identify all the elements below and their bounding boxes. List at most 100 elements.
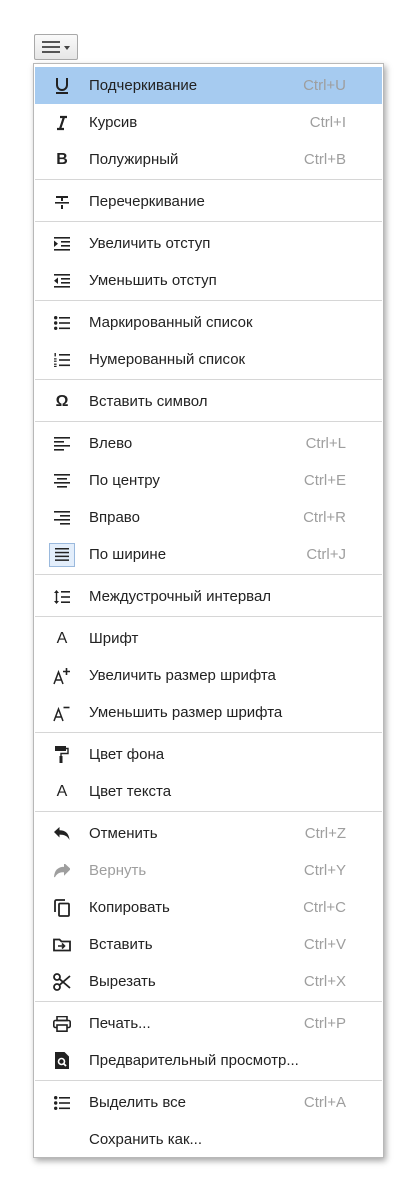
- menu-item-label: Маркированный список: [89, 314, 253, 331]
- menu-item-shortcut: Ctrl+X: [303, 973, 346, 990]
- font-size-increase-icon: [35, 657, 89, 694]
- separator: [35, 379, 382, 380]
- hamburger-icon: [42, 41, 60, 53]
- printer-icon: [35, 1005, 89, 1042]
- menu-item-font[interactable]: A Шрифт: [35, 620, 382, 657]
- menu-item-label: Сохранить как...: [89, 1131, 203, 1148]
- menu-item-line-spacing[interactable]: Междустрочный интервал: [35, 578, 382, 615]
- separator: [35, 421, 382, 422]
- menu-item-align-left[interactable]: Влево Ctrl+L: [35, 425, 382, 462]
- menu-item-shortcut: Ctrl+R: [303, 509, 346, 526]
- numbered-list-icon: [35, 341, 89, 378]
- menu-item-align-justify[interactable]: По ширине Ctrl+J: [35, 536, 382, 573]
- menu-item-label: Полужирный: [89, 151, 179, 168]
- align-justify-icon: [49, 542, 75, 567]
- font-icon: A: [35, 620, 89, 657]
- bold-icon: B: [35, 141, 89, 178]
- menu-item-label: Вправо: [89, 509, 140, 526]
- menu-item-shortcut: Ctrl+J: [306, 546, 346, 563]
- menu-item-label: Уменьшить отступ: [89, 272, 217, 289]
- strikethrough-icon: [35, 183, 89, 220]
- menu-item-paste[interactable]: Вставить Ctrl+V: [35, 926, 382, 963]
- menu-item-print[interactable]: Печать... Ctrl+P: [35, 1005, 382, 1042]
- undo-icon: [35, 815, 89, 852]
- menu-item-shortcut: Ctrl+C: [303, 899, 346, 916]
- menu-item-insert-symbol[interactable]: Ω Вставить символ: [35, 383, 382, 420]
- menu-item-label: Вырезать: [89, 973, 156, 990]
- menu-item-align-right[interactable]: Вправо Ctrl+R: [35, 499, 382, 536]
- separator: [35, 221, 382, 222]
- menu-item-font-size-increase[interactable]: Увеличить размер шрифта: [35, 657, 382, 694]
- menu-item-label: Цвет фона: [89, 746, 165, 763]
- menu-item-undo[interactable]: Отменить Ctrl+Z: [35, 815, 382, 852]
- menu-item-label: Вернуть: [89, 862, 147, 879]
- menu-item-select-all[interactable]: Выделить все Ctrl+A: [35, 1084, 382, 1121]
- separator: [35, 574, 382, 575]
- copy-icon: [35, 889, 89, 926]
- omega-glyph: Ω: [55, 392, 69, 410]
- menu-item-shortcut: Ctrl+I: [309, 114, 346, 131]
- menu-item-print-preview[interactable]: Предварительный просмотр...: [35, 1042, 382, 1079]
- menu-toggle-button[interactable]: [34, 34, 78, 60]
- menu-item-shortcut: Ctrl+E: [303, 472, 346, 489]
- menu-item-cut[interactable]: Вырезать Ctrl+X: [35, 963, 382, 1000]
- text-color-glyph: A: [56, 782, 68, 800]
- menu-item-label: Вставить символ: [89, 393, 208, 410]
- separator: [35, 300, 382, 301]
- menu-item-bulleted-list[interactable]: Маркированный список: [35, 304, 382, 341]
- font-glyph: A: [56, 629, 68, 647]
- separator: [35, 616, 382, 617]
- menu-item-label: Уменьшить размер шрифта: [89, 704, 283, 721]
- menu-item-text-color[interactable]: A Цвет текста: [35, 773, 382, 810]
- menu-item-label: Увеличить размер шрифта: [89, 667, 276, 684]
- bold-glyph: B: [56, 150, 68, 168]
- menu-item-font-size-decrease[interactable]: Уменьшить размер шрифта: [35, 694, 382, 731]
- menu-item-redo[interactable]: Вернуть Ctrl+Y: [35, 852, 382, 889]
- align-justify-icon-wrap: [35, 536, 89, 573]
- menu-item-shortcut: Ctrl+L: [305, 435, 346, 452]
- menu-item-label: Шрифт: [89, 630, 139, 647]
- menu-item-shortcut: Ctrl+U: [303, 77, 346, 94]
- menu-item-label: Вставить: [89, 936, 153, 953]
- indent-increase-icon: [35, 225, 89, 262]
- menu-item-copy[interactable]: Копировать Ctrl+C: [35, 889, 382, 926]
- menu-item-save-as[interactable]: Сохранить как...: [35, 1121, 382, 1158]
- omega-icon: Ω: [35, 383, 89, 420]
- paint-roller-icon: [35, 736, 89, 773]
- select-all-icon: [35, 1084, 89, 1121]
- menu-item-label: Подчеркивание: [89, 77, 198, 94]
- align-center-icon: [35, 462, 89, 499]
- menu-item-indent-increase[interactable]: Увеличить отступ: [35, 225, 382, 262]
- menu-item-shortcut: Ctrl+Y: [303, 862, 346, 879]
- menu-item-shortcut: Ctrl+B: [303, 151, 346, 168]
- menu-item-shortcut: Ctrl+V: [303, 936, 346, 953]
- menu-item-background-color[interactable]: Цвет фона: [35, 736, 382, 773]
- menu-item-label: Междустрочный интервал: [89, 588, 272, 605]
- align-left-icon: [35, 425, 89, 462]
- menu-item-italic[interactable]: Курсив Ctrl+I: [35, 104, 382, 141]
- separator: [35, 1080, 382, 1081]
- menu-item-numbered-list[interactable]: Нумерованный список: [35, 341, 382, 378]
- print-preview-icon: [35, 1042, 89, 1079]
- menu-item-label: Перечеркивание: [89, 193, 205, 210]
- menu-item-label: Влево: [89, 435, 133, 452]
- menu-item-label: Печать...: [89, 1015, 151, 1032]
- menu-item-strikethrough[interactable]: Перечеркивание: [35, 183, 382, 220]
- menu-item-bold[interactable]: B Полужирный Ctrl+B: [35, 141, 382, 178]
- menu-item-indent-decrease[interactable]: Уменьшить отступ: [35, 262, 382, 299]
- save-as-icon-slot: [35, 1121, 89, 1158]
- indent-decrease-icon: [35, 262, 89, 299]
- separator: [35, 811, 382, 812]
- menu-item-label: Курсив: [89, 114, 138, 131]
- text-color-icon: A: [35, 773, 89, 810]
- separator: [35, 1001, 382, 1002]
- font-size-decrease-icon: [35, 694, 89, 731]
- menu-item-label: По центру: [89, 472, 160, 489]
- menu-item-shortcut: Ctrl+A: [303, 1094, 346, 1111]
- menu-item-underline[interactable]: Подчеркивание Ctrl+U: [35, 67, 382, 104]
- paste-icon: [35, 926, 89, 963]
- menu-item-label: Отменить: [89, 825, 158, 842]
- menu-item-align-center[interactable]: По центру Ctrl+E: [35, 462, 382, 499]
- scissors-icon: [35, 963, 89, 1000]
- italic-icon: [35, 104, 89, 141]
